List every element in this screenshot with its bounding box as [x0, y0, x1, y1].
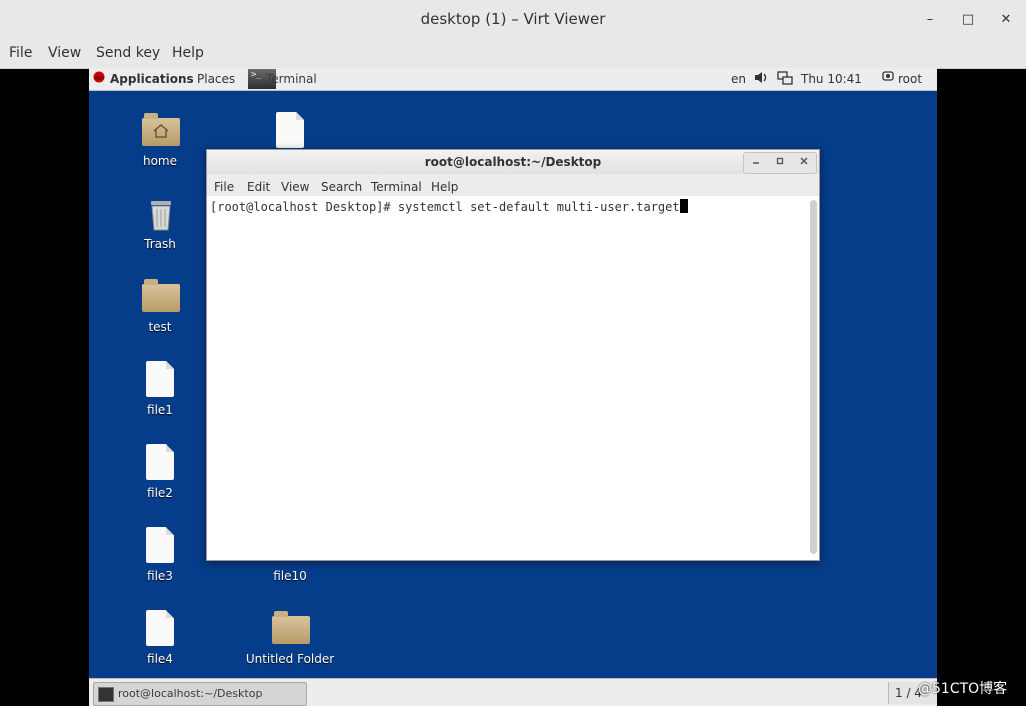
desktop-icon-label: home: [142, 154, 178, 168]
taskbar-terminal-button[interactable]: root@localhost:~/Desktop: [93, 682, 307, 706]
terminal-scrollbar[interactable]: [810, 200, 817, 554]
taskbar-label: root@localhost:~/Desktop: [118, 687, 263, 700]
redhat-logo-icon: [93, 71, 105, 86]
desktop-icon-label: file3: [147, 569, 173, 583]
terminal-command-line: [root@localhost Desktop]# systemctl set-…: [210, 199, 688, 214]
gnome-bottom-panel: root@localhost:~/Desktop 1 / 4: [89, 678, 937, 706]
desktop-icon-label: file1: [147, 403, 173, 417]
watermark: @51CTO博客: [918, 681, 1008, 697]
terminal-minimize-button[interactable]: [744, 153, 768, 173]
home-folder-icon: [142, 112, 180, 150]
terminal-cursor: [679, 199, 688, 213]
terminal-close-button[interactable]: [792, 153, 816, 173]
clock[interactable]: Thu 10:41: [801, 72, 862, 86]
desktop-icon-label: file2: [147, 486, 173, 500]
file-icon: [142, 610, 180, 648]
menu-view[interactable]: View: [48, 45, 81, 61]
file-icon: [142, 444, 180, 482]
user-menu[interactable]: root: [898, 72, 922, 86]
terminal-menu-help[interactable]: Help: [431, 180, 458, 194]
desktop-icon-label: file10: [273, 569, 307, 583]
gnome-top-panel: Applications Places >_ Terminal en Thu 1…: [89, 68, 937, 91]
places-menu[interactable]: Places: [197, 72, 235, 86]
applications-menu[interactable]: Applications: [110, 72, 194, 86]
maximize-button[interactable]: □: [958, 10, 978, 30]
desktop-icon-label: Trash: [144, 237, 176, 251]
terminal-maximize-button[interactable]: [768, 153, 792, 173]
file-icon: [272, 112, 310, 150]
terminal-command-text: [root@localhost Desktop]# systemctl set-…: [210, 200, 680, 214]
folder-icon: [142, 278, 180, 316]
terminal-menu-search[interactable]: Search: [321, 180, 362, 194]
terminal-menubar: File Edit View Search Terminal Help: [207, 174, 819, 196]
menu-help[interactable]: Help: [172, 45, 204, 61]
menu-file[interactable]: File: [9, 45, 32, 61]
terminal-titlebar[interactable]: root@localhost:~/Desktop: [207, 150, 819, 174]
trash-icon: [142, 195, 180, 233]
terminal-launcher[interactable]: >_ Terminal: [248, 69, 318, 89]
user-icon[interactable]: [882, 71, 894, 86]
close-button[interactable]: ✕: [996, 10, 1016, 30]
terminal-menu-file[interactable]: File: [214, 180, 234, 194]
terminal-title: root@localhost:~/Desktop: [424, 155, 602, 169]
terminal-menu-terminal[interactable]: Terminal: [371, 180, 422, 194]
minimize-button[interactable]: –: [920, 10, 940, 30]
window-titlebar: desktop (1) – Virt Viewer – □ ✕: [0, 0, 1026, 41]
file-icon: [142, 361, 180, 399]
window-title: desktop (1) – Virt Viewer: [420, 10, 606, 28]
folder-icon: [272, 610, 310, 648]
file-icon: [142, 527, 180, 565]
desktop-icon-label: Untitled Folder: [245, 652, 335, 666]
menubar: File View Send key Help: [0, 40, 1026, 69]
desktop-icon-label: test: [148, 320, 172, 334]
terminal-icon: [98, 687, 114, 702]
network-icon[interactable]: [777, 71, 793, 88]
desktop-icon-label: file4: [147, 652, 173, 666]
terminal-output[interactable]: [root@localhost Desktop]# systemctl set-…: [207, 196, 805, 558]
terminal-menu-edit[interactable]: Edit: [247, 180, 270, 194]
menu-send-key[interactable]: Send key: [96, 45, 160, 61]
terminal-window-controls: [743, 152, 817, 174]
terminal-window[interactable]: root@localhost:~/Desktop File Edit View …: [206, 149, 820, 561]
volume-icon[interactable]: [754, 71, 768, 87]
terminal-menu-view[interactable]: View: [281, 180, 309, 194]
terminal-launcher-label: Terminal: [266, 72, 317, 86]
language-indicator[interactable]: en: [731, 72, 746, 86]
guest-display[interactable]: Applications Places >_ Terminal en Thu 1…: [89, 68, 937, 706]
